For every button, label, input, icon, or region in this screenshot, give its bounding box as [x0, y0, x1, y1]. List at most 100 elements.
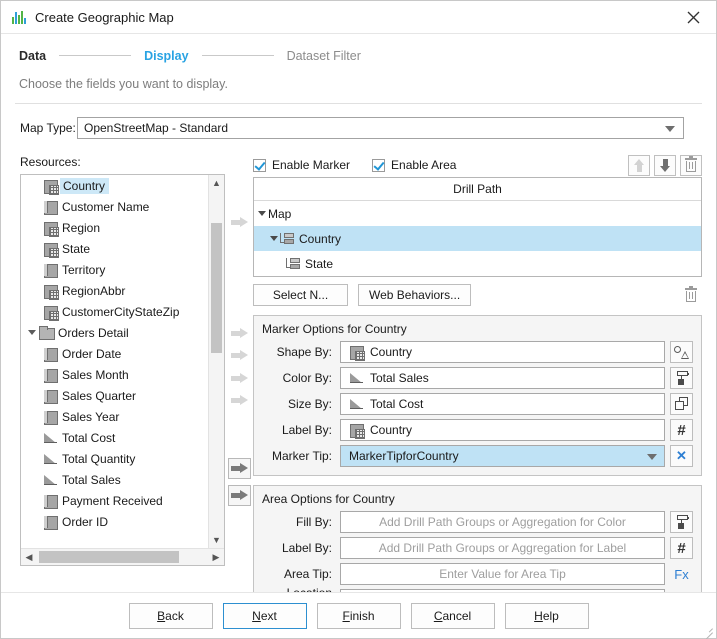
area-label-by-field[interactable]: Add Drill Path Groups or Aggregation for…: [340, 537, 665, 559]
tree-item-sales-quarter[interactable]: Sales Quarter: [21, 385, 208, 406]
back-button[interactable]: Back: [129, 603, 213, 629]
add-to-drill-path-arrow[interactable]: [228, 212, 251, 233]
fill-by-field[interactable]: Add Drill Path Groups or Aggregation for…: [340, 511, 665, 533]
tree-item-regionabbr[interactable]: RegionAbbr: [21, 280, 208, 301]
add-color-by-arrow[interactable]: [228, 345, 251, 366]
scroll-right-icon[interactable]: ▶: [208, 552, 224, 563]
clear-x-icon: ✕: [676, 448, 687, 464]
tree-item-order-id[interactable]: Order ID: [21, 511, 208, 532]
scrollbar-thumb[interactable]: [211, 223, 222, 353]
drill-path-row-map[interactable]: Map: [254, 201, 701, 226]
shape-by-field[interactable]: Country: [340, 341, 665, 363]
add-fill-by-arrow[interactable]: [228, 458, 251, 479]
geo-field-icon: [43, 179, 58, 193]
select-n-button[interactable]: Select N...: [253, 284, 348, 306]
enable-marker-label: Enable Marker: [272, 158, 350, 172]
tree-item-label: Order ID: [62, 515, 108, 529]
arrow-right-icon: [231, 350, 248, 361]
finish-button[interactable]: Finish: [317, 603, 401, 629]
web-behaviors-button[interactable]: Web Behaviors...: [358, 284, 471, 306]
add-area-label-by-arrow[interactable]: [228, 485, 251, 506]
window-title: Create Geographic Map: [35, 10, 174, 25]
fill-by-label: Fill By:: [262, 515, 340, 529]
label-format-button[interactable]: #: [670, 419, 693, 441]
color-by-value: Total Sales: [370, 371, 429, 385]
move-down-button[interactable]: [654, 155, 676, 176]
color-settings-button[interactable]: [670, 367, 693, 389]
chevron-down-icon[interactable]: [258, 211, 266, 216]
add-size-by-arrow[interactable]: [228, 368, 251, 389]
copy-shapes-icon: [675, 397, 689, 411]
step-display[interactable]: Display: [144, 49, 188, 63]
step-data[interactable]: Data: [19, 49, 46, 63]
resize-grip-icon[interactable]: [703, 625, 713, 635]
size-by-row: Size By: Total Cost: [262, 393, 693, 415]
fill-color-settings-button[interactable]: [670, 511, 693, 533]
step-dataset-filter[interactable]: Dataset Filter: [287, 49, 361, 63]
number-icon: #: [677, 423, 685, 438]
tree-item-total-quantity[interactable]: Total Quantity: [21, 448, 208, 469]
text-field-icon: [43, 263, 58, 277]
chevron-down-icon[interactable]: [270, 236, 278, 241]
label-by-field[interactable]: Country: [340, 419, 665, 441]
map-type-select[interactable]: OpenStreetMap - Standard: [77, 117, 684, 139]
marker-options-title: Marker Options for Country: [262, 322, 693, 336]
resources-tree[interactable]: Country Customer Name Region State: [20, 174, 225, 566]
expander-toggle[interactable]: [25, 330, 39, 335]
next-button[interactable]: Next: [223, 603, 307, 629]
tree-item-territory[interactable]: Territory: [21, 259, 208, 280]
tree-horizontal-scrollbar[interactable]: ◀ ▶: [21, 548, 224, 565]
area-options-title: Area Options for Country: [262, 492, 693, 506]
scrollbar-track[interactable]: [37, 549, 208, 565]
arrow-right-icon: [231, 463, 248, 474]
tree-item-country[interactable]: Country: [21, 175, 208, 196]
cancel-button[interactable]: Cancel: [411, 603, 495, 629]
size-settings-button[interactable]: [670, 393, 693, 415]
area-label-format-button[interactable]: #: [670, 537, 693, 559]
enable-area-checkbox[interactable]: [372, 159, 385, 172]
help-button[interactable]: Help: [505, 603, 589, 629]
delete-drill-path-button[interactable]: [680, 285, 702, 306]
tree-item-sales-year[interactable]: Sales Year: [21, 406, 208, 427]
close-icon[interactable]: [671, 1, 716, 34]
area-tip-field[interactable]: Enter Value for Area Tip: [340, 563, 665, 585]
scroll-down-icon[interactable]: ▼: [209, 532, 224, 548]
back-button-label: ack: [165, 609, 184, 623]
size-by-field[interactable]: Total Cost: [340, 393, 665, 415]
tree-vertical-scrollbar[interactable]: ▲ ▼: [208, 175, 224, 548]
tree-item-orders-detail[interactable]: Orders Detail: [21, 322, 208, 343]
tree-item-payment-received[interactable]: Payment Received: [21, 490, 208, 511]
add-shape-by-arrow[interactable]: [228, 323, 251, 344]
scrollbar-thumb[interactable]: [39, 551, 179, 563]
tree-item-customercitystatezip[interactable]: CustomerCityStateZip: [21, 301, 208, 322]
tree-item-label: Total Quantity: [62, 452, 135, 466]
drill-path-row-country[interactable]: Country: [254, 226, 701, 251]
move-up-button[interactable]: [628, 155, 650, 176]
color-by-field[interactable]: Total Sales: [340, 367, 665, 389]
enable-marker-checkbox[interactable]: [253, 159, 266, 172]
arrow-right-icon: [231, 217, 248, 228]
tree-item-state[interactable]: State: [21, 238, 208, 259]
tree-item-region[interactable]: Region: [21, 217, 208, 238]
tree-item-sales-month[interactable]: Sales Month: [21, 364, 208, 385]
scroll-left-icon[interactable]: ◀: [21, 552, 37, 563]
tree-item-total-sales[interactable]: Total Sales: [21, 469, 208, 490]
area-tip-formula-button[interactable]: Fx: [670, 563, 693, 585]
tree-item-order-date[interactable]: Order Date: [21, 343, 208, 364]
tree-item-customer-name[interactable]: Customer Name: [21, 196, 208, 217]
marker-tip-clear-button[interactable]: ✕: [670, 445, 693, 467]
geo-field-icon: [43, 242, 58, 256]
shape-by-label: Shape By:: [262, 345, 340, 359]
tree-item-label: Region: [62, 221, 100, 235]
marker-tip-field[interactable]: MarkerTipforCountry: [340, 445, 665, 467]
add-label-by-arrow[interactable]: [228, 390, 251, 411]
shape-settings-button[interactable]: [670, 341, 693, 363]
drill-path-row-state[interactable]: State: [254, 251, 701, 276]
tree-item-total-cost[interactable]: Total Cost: [21, 427, 208, 448]
chevron-down-icon: [665, 126, 675, 132]
scroll-up-icon[interactable]: ▲: [209, 175, 224, 191]
chevron-down-icon[interactable]: [647, 454, 657, 460]
display-options-panel: Enable Marker Enable Area Drill Path: [253, 155, 702, 620]
drill-path-table[interactable]: Drill Path Map Country State: [253, 177, 702, 277]
delete-drill-level-button[interactable]: [680, 155, 702, 176]
